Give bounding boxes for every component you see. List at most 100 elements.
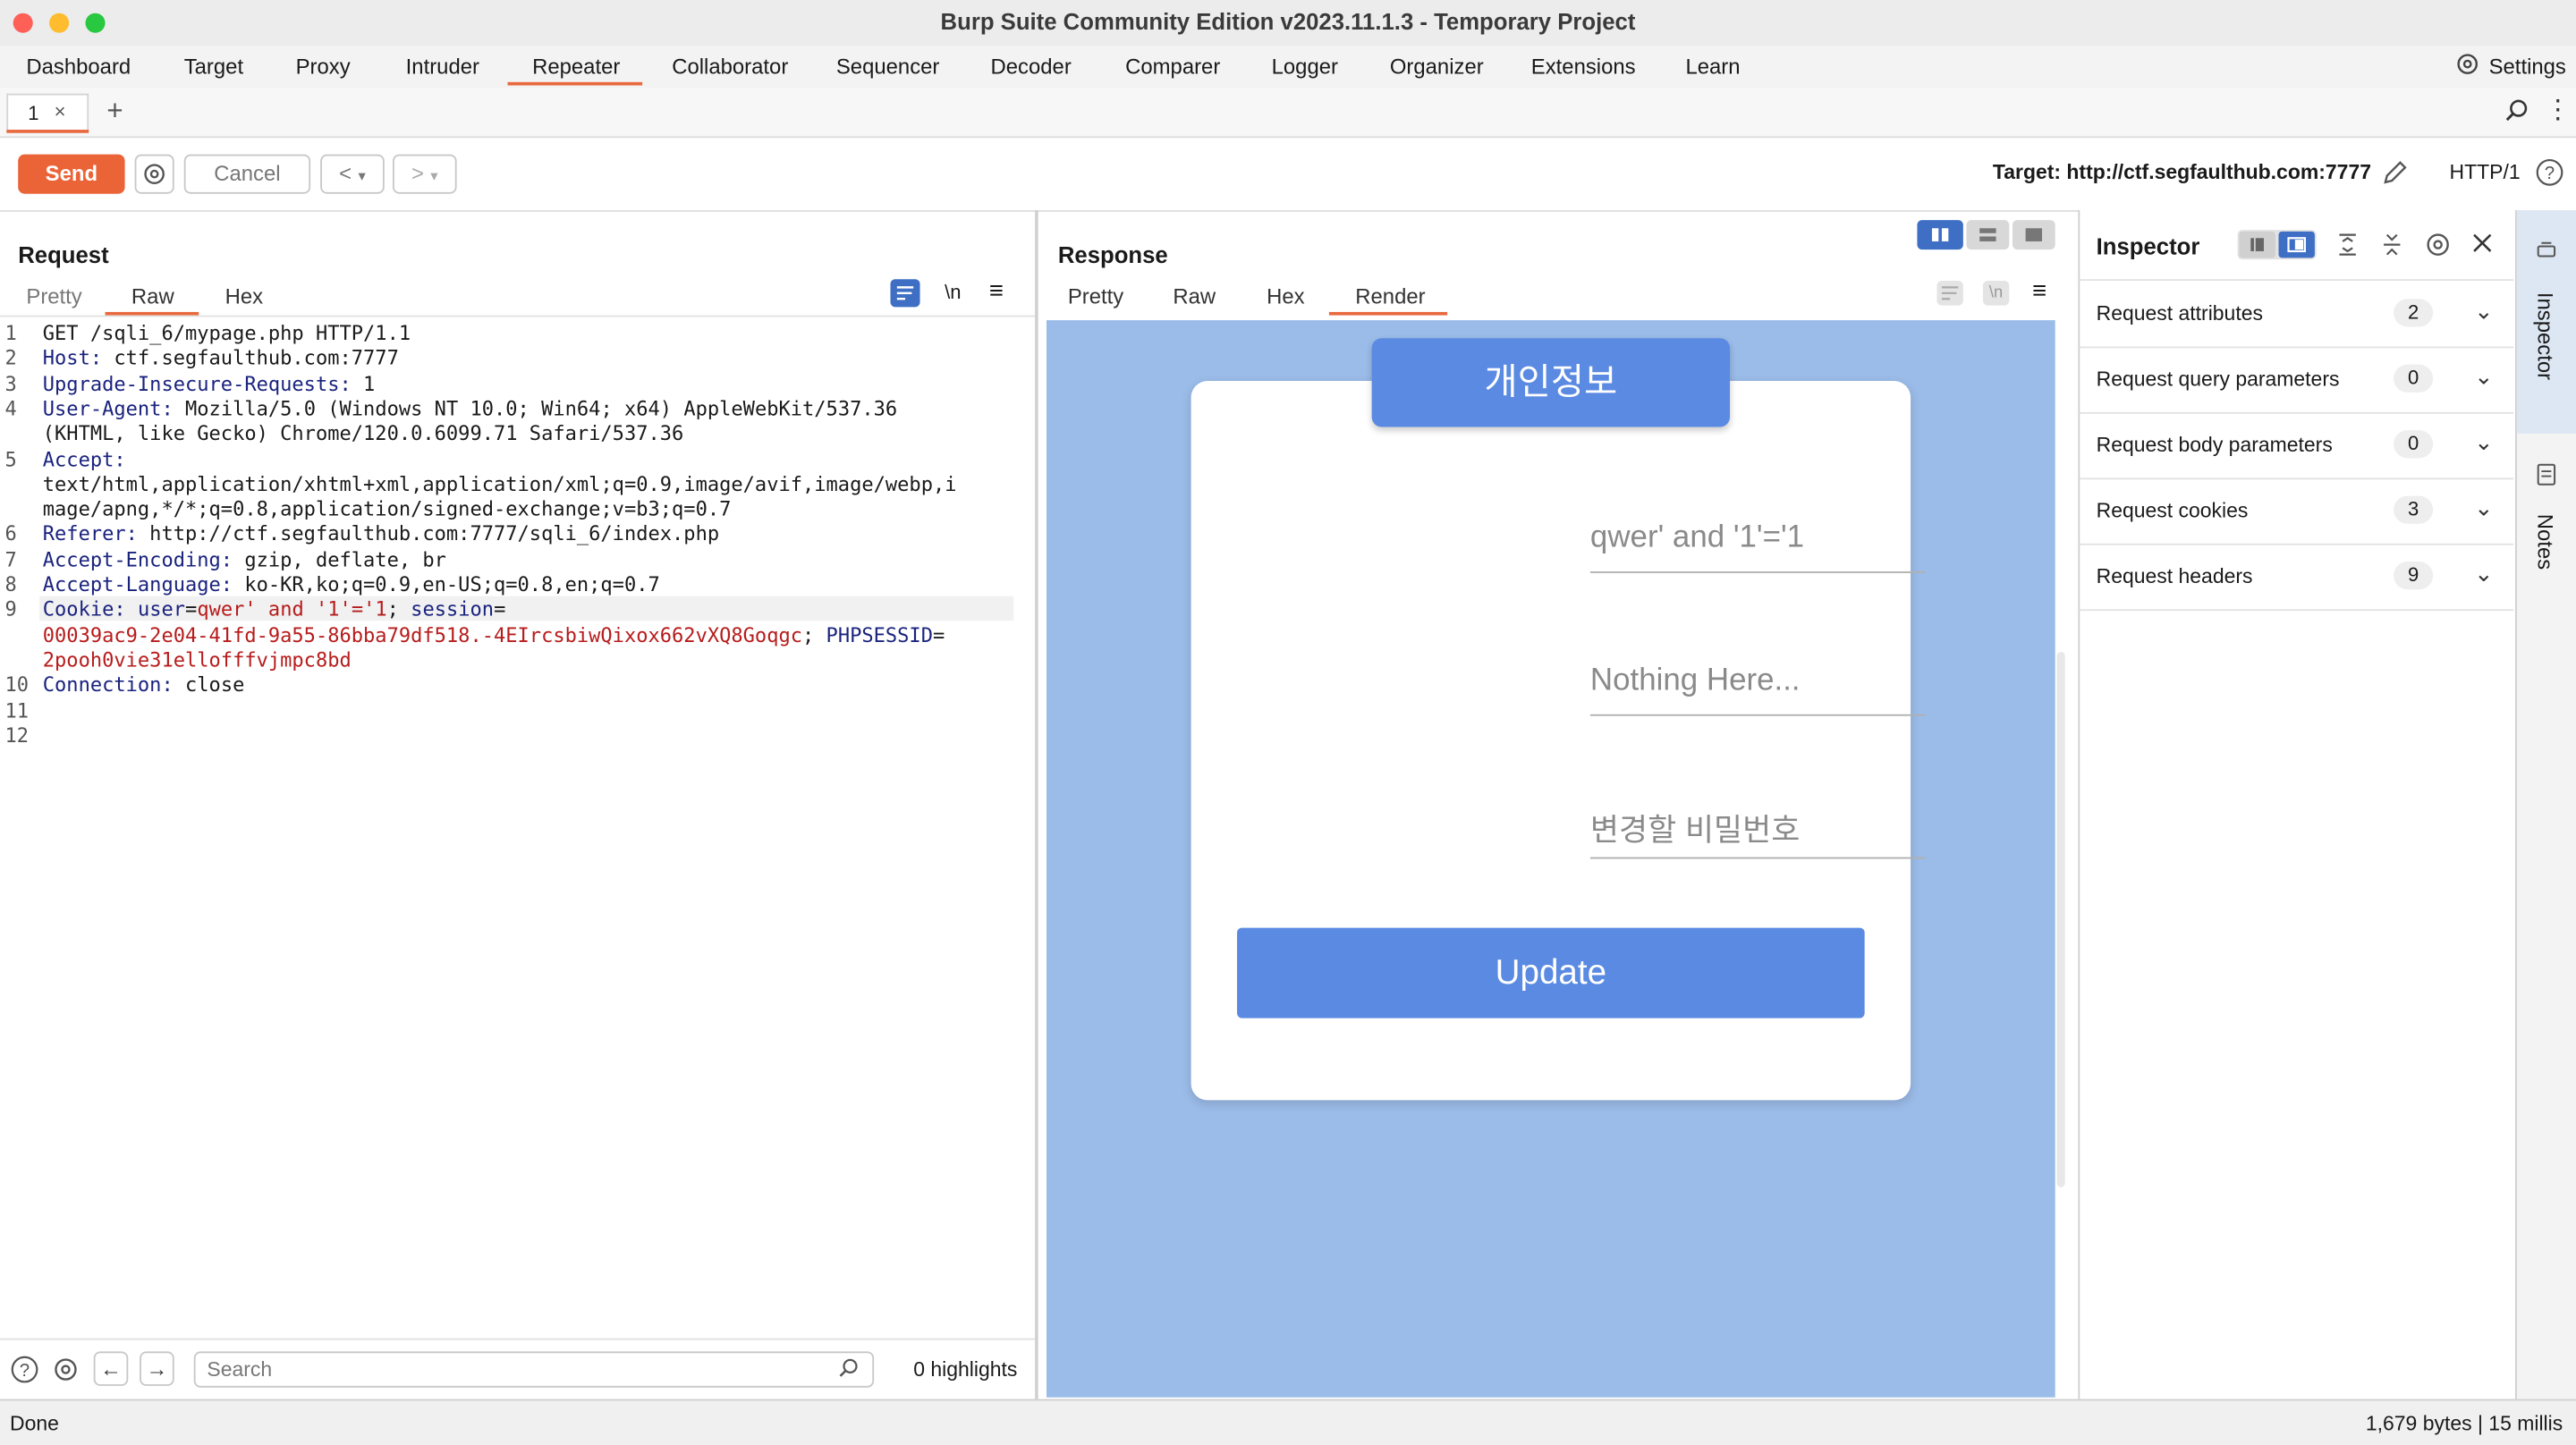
username-field[interactable]: qwer' and '1'='1: [1589, 496, 1926, 573]
response-tab-render[interactable]: Render: [1355, 284, 1425, 309]
header-upgrade: Upgrade-Insecure-Requests: 1: [43, 372, 376, 397]
inspector-layout-toggle[interactable]: [2237, 230, 2317, 260]
close-icon[interactable]: [2470, 232, 2494, 263]
line-number: 1: [4, 321, 17, 345]
layout-side-by-side-icon[interactable]: [1917, 220, 1963, 250]
cookie-name: PHPSESSID: [826, 623, 933, 646]
collapse-all-icon[interactable]: [2380, 232, 2403, 266]
send-button[interactable]: Send: [18, 154, 125, 194]
side-tab-strip: Inspector Notes: [2514, 210, 2576, 1399]
menu-collaborator[interactable]: Collaborator: [672, 55, 788, 80]
header-value: text/html,application/xhtml+xml,applicat…: [42, 472, 957, 496]
chevron-down-icon: ▾: [358, 167, 366, 184]
inspector-row-query-parameters[interactable]: Request query parameters 0 ⌄: [2080, 346, 2514, 414]
side-tab-inspector-label: Inspector: [2533, 292, 2558, 381]
menu-logger[interactable]: Logger: [1272, 55, 1338, 80]
inspector-row-request-attributes[interactable]: Request attributes 2 ⌄: [2080, 281, 2514, 349]
svg-text:?: ?: [2545, 164, 2555, 183]
layout-tabs-icon[interactable]: [2012, 220, 2055, 250]
inspector-row-count: 3: [2394, 495, 2434, 524]
menu-repeater[interactable]: Repeater: [532, 55, 620, 80]
response-tab-pretty[interactable]: Pretty: [1068, 284, 1123, 309]
scrollbar[interactable]: [2056, 652, 2065, 1187]
forward-button[interactable]: > ▾: [392, 154, 457, 194]
menu-sequencer[interactable]: Sequencer: [836, 55, 940, 80]
request-tab-pretty[interactable]: Pretty: [26, 284, 81, 309]
line-number: 10: [4, 673, 30, 697]
inspector-row-headers[interactable]: Request headers 9 ⌄: [2080, 544, 2514, 612]
expand-all-icon[interactable]: [2336, 232, 2360, 266]
header-host: Host: ctf.segfaulthub.com:7777: [43, 347, 399, 372]
chevron-down-icon: ⌄: [2474, 560, 2494, 587]
menu-organizer[interactable]: Organizer: [1390, 55, 1484, 80]
chevron-down-icon: ⌄: [2474, 494, 2494, 521]
word-wrap-icon[interactable]: [890, 279, 920, 308]
newline-toggle[interactable]: \n: [1982, 281, 2010, 306]
divider: [0, 315, 1036, 317]
back-button[interactable]: < ▾: [320, 154, 385, 194]
side-tab-notes-label: Notes: [2533, 513, 2558, 570]
menu-learn[interactable]: Learn: [1685, 55, 1740, 80]
edit-target-icon[interactable]: [2380, 157, 2410, 195]
previous-match-button[interactable]: ←: [93, 1351, 129, 1386]
line-number: 6: [4, 522, 17, 546]
side-tab-inspector[interactable]: Inspector: [2516, 210, 2576, 434]
header-accept-language: Accept-Language: ko-KR,ko;q=0.9,en-US;q=…: [43, 573, 660, 598]
tab-close-icon[interactable]: ×: [55, 100, 66, 123]
help-icon[interactable]: ?: [2535, 157, 2564, 195]
search-input[interactable]: Search: [193, 1351, 875, 1388]
header-key: Accept-Encoding:: [42, 547, 233, 571]
inspector-title: Inspector: [2096, 232, 2200, 260]
request-tab-hex[interactable]: Hex: [225, 284, 263, 309]
inspector-row-body-parameters[interactable]: Request body parameters 0 ⌄: [2080, 412, 2514, 480]
side-tab-notes[interactable]: Notes: [2517, 448, 2576, 596]
chevron-down-icon: ▾: [430, 167, 438, 184]
response-title: Response: [1057, 241, 1168, 268]
inspector-row-label: Request headers: [2096, 564, 2253, 588]
header-value: ctf.segfaulthub.com:7777: [102, 347, 399, 370]
header-value: Mozilla/5.0 (Windows NT 10.0; Win64; x64…: [173, 397, 898, 420]
search-icon[interactable]: [2504, 98, 2529, 133]
expand-icon[interactable]: [2278, 231, 2315, 258]
new-password-field[interactable]: 변경할 비밀번호: [1589, 782, 1926, 859]
info-field[interactable]: Nothing Here...: [1589, 638, 1926, 716]
inspector-row-cookies[interactable]: Request cookies 3 ⌄: [2080, 477, 2514, 545]
response-tab-raw[interactable]: Raw: [1173, 284, 1216, 309]
more-options-icon[interactable]: ⋮: [2545, 94, 2571, 127]
menu-comparer[interactable]: Comparer: [1125, 55, 1220, 80]
menu-proxy[interactable]: Proxy: [296, 55, 351, 80]
request-title: Request: [18, 241, 109, 268]
menu-decoder[interactable]: Decoder: [991, 55, 1072, 80]
repeater-tab-1[interactable]: 1 ×: [6, 93, 89, 131]
header-key: Accept:: [42, 447, 126, 471]
notes-icon: [2535, 461, 2558, 496]
menu-icon[interactable]: ≡: [989, 277, 1004, 305]
response-tab-hex[interactable]: Hex: [1267, 284, 1304, 309]
gear-icon[interactable]: [2423, 230, 2453, 267]
add-tab-button[interactable]: +: [106, 96, 123, 129]
gear-icon[interactable]: [51, 1355, 80, 1390]
settings-button[interactable]: Settings: [2489, 55, 2566, 80]
request-tab-raw[interactable]: Raw: [131, 284, 174, 309]
menu-dashboard[interactable]: Dashboard: [26, 55, 131, 80]
newline-toggle[interactable]: \n: [945, 281, 961, 304]
http-version-toggle[interactable]: HTTP/1: [2450, 161, 2521, 184]
cancel-button[interactable]: Cancel: [183, 154, 311, 194]
update-button[interactable]: Update: [1237, 927, 1865, 1018]
menu-icon[interactable]: ≡: [2032, 277, 2046, 305]
next-match-button[interactable]: →: [140, 1351, 174, 1386]
header-user-agent-cont: (KHTML, like Gecko) Chrome/120.0.6099.71…: [43, 422, 684, 447]
menu-intruder[interactable]: Intruder: [406, 55, 479, 80]
menu-extensions[interactable]: Extensions: [1531, 55, 1636, 80]
help-icon[interactable]: ?: [10, 1355, 39, 1390]
word-wrap-icon[interactable]: [1936, 281, 1963, 306]
menu-target[interactable]: Target: [184, 55, 243, 80]
line-number: 5: [4, 447, 17, 471]
cookie-name: user: [137, 597, 186, 621]
gear-icon[interactable]: [2454, 51, 2480, 82]
collapse-icon[interactable]: [2239, 231, 2275, 258]
tab-label: 1: [28, 101, 39, 125]
header-key: Accept-Language:: [42, 572, 233, 596]
send-settings-button[interactable]: [134, 154, 174, 194]
layout-stacked-icon[interactable]: [1966, 220, 2010, 250]
